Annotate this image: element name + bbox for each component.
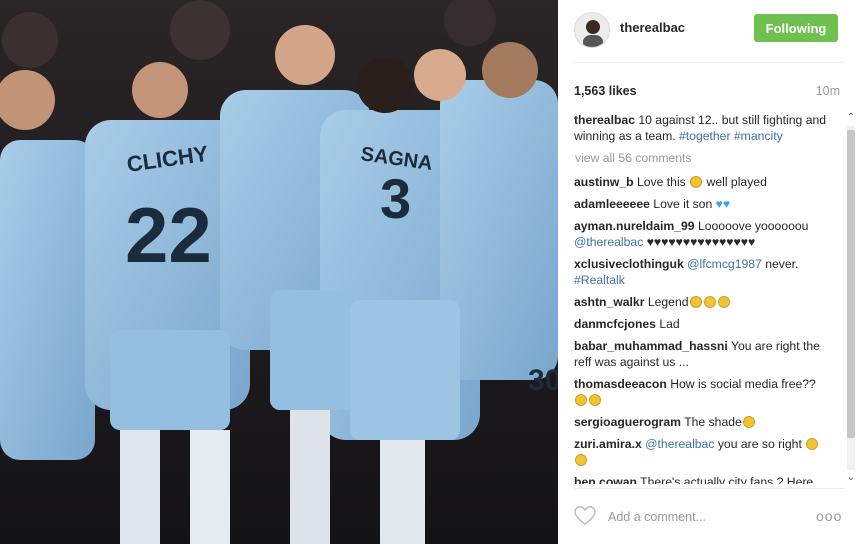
comment-item: sergioaguerogram The shade: [574, 414, 828, 430]
header-divider: [574, 62, 844, 63]
post-time: 10m: [815, 84, 840, 98]
comment-item: danmcfcjones Lad: [574, 316, 828, 332]
comment-user[interactable]: adamleeeeee: [574, 197, 650, 211]
post-header: therealbac Following: [558, 0, 860, 62]
comment-text: Legend: [647, 295, 689, 309]
comment-item: ashtn_walkr Legend: [574, 294, 828, 310]
post-photo[interactable]: CLICHY 22 SAGNA 3 30: [0, 0, 558, 544]
emoji-icon: [575, 454, 587, 466]
caption-user[interactable]: therealbac: [574, 113, 635, 127]
post-username[interactable]: therealbac: [620, 20, 685, 35]
comment-user[interactable]: ashtn_walkr: [574, 295, 644, 309]
add-comment-input[interactable]: [606, 506, 800, 528]
svg-text:30: 30: [528, 364, 558, 397]
scroll-thumb[interactable]: [847, 130, 855, 438]
caption-hashtags[interactable]: #together #mancity: [679, 129, 783, 143]
comment-mention[interactable]: @lfcmcg1987: [687, 257, 762, 271]
comments-scrollbar[interactable]: ⌃ ⌄: [844, 112, 858, 484]
svg-text:3: 3: [380, 167, 411, 230]
comment-text: Lad: [659, 317, 680, 331]
comment-text: never.: [765, 257, 799, 271]
comment-user[interactable]: thomasdeeacon: [574, 377, 667, 391]
emoji-icon: [717, 296, 730, 308]
scroll-down-icon[interactable]: ⌄: [844, 472, 858, 484]
comment-text: you are so right: [717, 437, 802, 451]
user-avatar[interactable]: [574, 12, 610, 48]
heart-outline-icon[interactable]: [574, 506, 596, 526]
comment-user[interactable]: ayman.nureldaim_99: [574, 219, 695, 233]
comment-text: Love it son: [653, 197, 713, 211]
more-options-icon[interactable]: ooo: [816, 508, 842, 524]
comment-hashtag[interactable]: #Realtalk: [574, 273, 625, 287]
emoji-icon: [742, 416, 755, 428]
post-panel: therealbac Following 1,563 likes 10m the…: [558, 0, 860, 544]
comment-user[interactable]: sergioaguerogram: [574, 415, 681, 429]
comment-mention[interactable]: @therealbac: [574, 235, 643, 249]
scroll-up-icon[interactable]: ⌃: [844, 112, 858, 124]
blue-heart-icon: ♥♥: [715, 197, 731, 211]
comment-item: ayman.nureldaim_99 Looooove yoooooou @th…: [574, 218, 828, 250]
comment-item: ben.cowan There's actually city fans ? H…: [574, 474, 828, 484]
emoji-icon: [806, 438, 819, 450]
comment-user[interactable]: ben.cowan: [574, 475, 637, 484]
caption: therealbac 10 against 12.. but still fig…: [574, 112, 828, 144]
comment-item: thomasdeeacon How is social media free??: [574, 376, 828, 408]
comment-text: There's actually city fans ? Here: [640, 475, 814, 484]
comment-text: Looooove yoooooou: [697, 219, 809, 233]
comment-user[interactable]: babar_muhammad_hassni: [574, 339, 728, 353]
comment-text: How is social media free??: [670, 377, 816, 391]
comment-user[interactable]: austinw_b: [574, 175, 634, 189]
football-celebration-image: CLICHY 22 SAGNA 3 30: [0, 0, 558, 544]
comment-text: The shade: [684, 415, 742, 429]
comment-mention[interactable]: @therealbac: [645, 437, 714, 451]
following-button[interactable]: Following: [754, 14, 838, 42]
comment-text: Love this: [636, 175, 686, 189]
comment-item: adamleeeeee Love it son ♥♥: [574, 196, 828, 212]
emoji-icon: [703, 296, 716, 308]
comment-user[interactable]: xclusiveclothinguk: [574, 257, 684, 271]
avatar-image: [575, 13, 609, 47]
comment-user[interactable]: zuri.amira.x: [574, 437, 642, 451]
emoji-icon: [689, 296, 702, 308]
comment-footer: ooo: [558, 488, 860, 544]
comment-user[interactable]: danmcfcjones: [574, 317, 656, 331]
emoji-icon: [589, 394, 601, 406]
likes-count[interactable]: 1,563 likes: [574, 84, 637, 98]
comment-item: xclusiveclothinguk @lfcmcg1987 never. #R…: [574, 256, 828, 288]
view-all-comments-link[interactable]: view all 56 comments: [575, 150, 828, 166]
comment-item: babar_muhammad_hassni You are right the …: [574, 338, 828, 370]
instagram-post-view: CLICHY 22 SAGNA 3 30 therealbac Followin…: [0, 0, 860, 544]
emoji-icon: [575, 394, 587, 406]
comment-item: zuri.amira.x @therealbac you are so righ…: [574, 436, 828, 468]
comment-text: well played: [706, 175, 767, 189]
comment-text: ♥♥♥♥♥♥♥♥♥♥♥♥♥♥♥: [646, 235, 756, 249]
comments-list[interactable]: therealbac 10 against 12.. but still fig…: [574, 112, 828, 484]
comment-item: austinw_b Love this well played: [574, 174, 828, 190]
svg-text:22: 22: [125, 191, 212, 279]
emoji-icon: [690, 176, 703, 188]
